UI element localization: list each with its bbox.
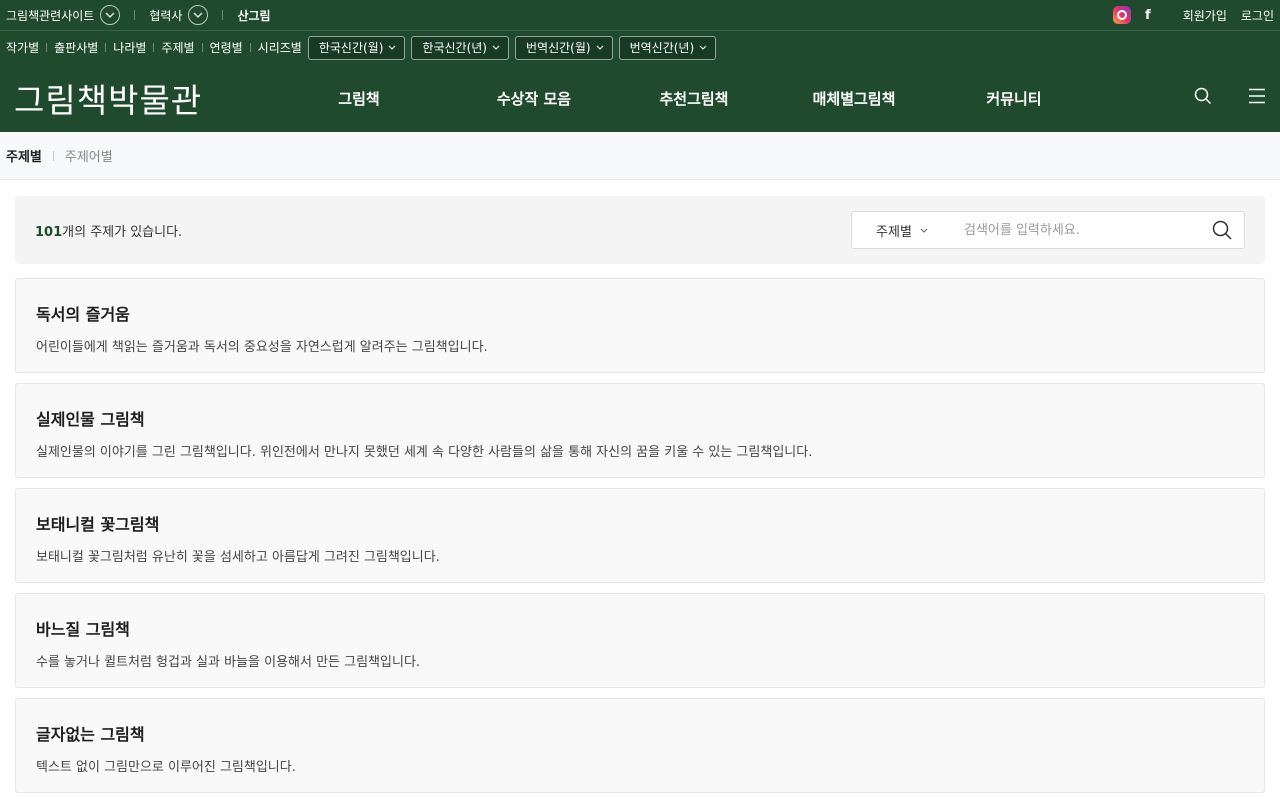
pill-label: 한국신간(년) xyxy=(422,41,487,55)
divider xyxy=(46,43,48,52)
theme-description: 어린이들에게 책읽는 즐거움과 독서의 중요성을 자연스럽게 알려주는 그림책입… xyxy=(36,340,488,355)
search-submit-button[interactable] xyxy=(1200,212,1244,248)
pill-label: 번역신간(월) xyxy=(526,41,591,55)
divider xyxy=(134,10,136,20)
list-item[interactable]: 글자없는 그림책 텍스트 없이 그림만으로 이루어진 그림책입니다. xyxy=(15,698,1265,793)
divider xyxy=(249,43,251,52)
tab-theme[interactable]: 주제별 xyxy=(6,146,42,165)
utility-bar: 그림책관련사이트 협력사 산그림 f 회원가입 로그인 xyxy=(0,0,1280,30)
category-bar: 작가별 출판사별 나라별 주제별 연령별 시리즈별 한국신간(월) 한국신간(년… xyxy=(0,30,1280,64)
divider xyxy=(52,150,54,161)
result-count-number: 101 xyxy=(35,224,63,240)
partners-label: 협력사 xyxy=(149,8,183,23)
search-type-select[interactable]: 주제별 xyxy=(852,221,952,240)
facebook-icon[interactable]: f xyxy=(1145,8,1151,23)
related-sites-label: 그림책관련사이트 xyxy=(6,8,95,23)
divider xyxy=(153,43,155,52)
hamburger-menu-icon[interactable] xyxy=(1248,88,1266,108)
theme-title: 보태니컬 꽃그림책 xyxy=(36,515,160,534)
pill-label: 한국신간(월) xyxy=(318,41,384,55)
chevron-down-icon xyxy=(920,228,928,233)
nav-item-awards[interactable]: 수상작 모음 xyxy=(454,88,614,109)
divider xyxy=(222,10,224,20)
nav-item-community[interactable]: 커뮤니티 xyxy=(934,88,1094,109)
theme-title: 글자없는 그림책 xyxy=(36,725,145,744)
result-count: 101개의 주제가 있습니다. xyxy=(35,221,182,240)
list-item[interactable]: 실제인물 그림책 실제인물의 이야기를 그린 그림책입니다. 위인전에서 만나지… xyxy=(15,383,1265,478)
nav-item-picturebooks[interactable]: 그림책 xyxy=(314,88,404,109)
list-item[interactable]: 보태니컬 꽃그림책 보태니컬 꽃그림처럼 유난히 꽃을 섬세하고 아름답게 그려… xyxy=(15,488,1265,583)
main-header: 그림책박물관 그림책 수상작 모음 추천그림책 매체별그림책 커뮤니티 xyxy=(0,64,1280,132)
korean-new-yearly-dropdown[interactable]: 한국신간(년) xyxy=(411,35,509,60)
translated-new-yearly-dropdown[interactable]: 번역신간(년) xyxy=(618,35,717,60)
list-item[interactable]: 독서의 즐거움 어린이들에게 책읽는 즐거움과 독서의 중요성을 자연스럽게 알… xyxy=(15,278,1265,373)
instagram-icon[interactable] xyxy=(1113,6,1132,24)
search-type-label: 주제별 xyxy=(876,224,912,240)
theme-description: 텍스트 없이 그림만으로 이루어진 그림책입니다. xyxy=(36,760,296,775)
list-item[interactable]: 바느질 그림책 수를 놓거나 퀼트처럼 헝겁과 실과 바늘을 이용해서 만든 그… xyxy=(15,593,1265,688)
theme-title: 독서의 즐거움 xyxy=(36,305,130,324)
divider xyxy=(105,43,107,52)
theme-description: 실제인물의 이야기를 그린 그림책입니다. 위인전에서 만나지 못했던 세계 속… xyxy=(36,445,813,460)
utility-right: f 회원가입 로그인 xyxy=(1113,6,1274,24)
chevron-down-icon xyxy=(596,45,603,50)
category-link-series[interactable]: 시리즈별 xyxy=(258,39,302,56)
category-link-author[interactable]: 작가별 xyxy=(6,39,39,56)
tab-keyword[interactable]: 주제어별 xyxy=(65,146,113,165)
chevron-down-icon xyxy=(389,45,396,50)
main-content: 101개의 주제가 있습니다. 주제별 독서의 즐거움 어린이들에게 책읽는 즐… xyxy=(0,180,1280,793)
divider xyxy=(201,43,203,52)
category-link-age[interactable]: 연령별 xyxy=(210,39,243,56)
nav-item-media[interactable]: 매체별그림책 xyxy=(774,88,934,109)
search-form: 주제별 xyxy=(851,211,1245,249)
partners-toggle[interactable]: 협력사 xyxy=(149,5,209,25)
sub-tabs: 주제별 주제어별 xyxy=(0,132,1280,180)
nav-item-recommended[interactable]: 추천그림책 xyxy=(614,88,774,109)
search-input[interactable] xyxy=(952,222,1200,238)
korean-new-monthly-dropdown[interactable]: 한국신간(월) xyxy=(307,35,406,60)
signup-link[interactable]: 회원가입 xyxy=(1183,7,1227,24)
site-logo[interactable]: 그림책박물관 xyxy=(14,74,314,122)
sangrim-link[interactable]: 산그림 xyxy=(237,7,270,24)
translated-new-monthly-dropdown[interactable]: 번역신간(월) xyxy=(515,35,613,60)
chevron-down-icon xyxy=(492,45,500,50)
result-count-text: 개의 주제가 있습니다. xyxy=(62,224,183,240)
header-icons xyxy=(1194,64,1266,132)
chevron-down-icon[interactable] xyxy=(100,5,121,25)
theme-title: 실제인물 그림책 xyxy=(36,410,145,429)
chevron-down-icon xyxy=(699,45,707,50)
theme-description: 보태니컬 꽃그림처럼 유난히 꽃을 섬세하고 아름답게 그려진 그림책입니다. xyxy=(36,550,440,565)
theme-list: 독서의 즐거움 어린이들에게 책읽는 즐거움과 독서의 중요성을 자연스럽게 알… xyxy=(15,278,1265,793)
related-sites-toggle[interactable]: 그림책관련사이트 xyxy=(6,5,121,25)
search-panel: 101개의 주제가 있습니다. 주제별 xyxy=(15,196,1265,264)
category-link-theme[interactable]: 주제별 xyxy=(161,39,194,56)
main-nav: 그림책 수상작 모음 추천그림책 매체별그림책 커뮤니티 xyxy=(314,88,1094,109)
search-icon xyxy=(1212,220,1232,240)
search-icon[interactable] xyxy=(1194,87,1212,109)
theme-title: 바느질 그림책 xyxy=(36,620,130,639)
theme-description: 수를 놓거나 퀼트처럼 헝겁과 실과 바늘을 이용해서 만든 그림책입니다. xyxy=(36,655,421,670)
login-link[interactable]: 로그인 xyxy=(1241,7,1274,24)
pill-label: 번역신간(년) xyxy=(629,41,695,55)
chevron-down-icon[interactable] xyxy=(188,5,209,25)
category-link-publisher[interactable]: 출판사별 xyxy=(54,39,98,56)
category-link-country[interactable]: 나라별 xyxy=(113,39,146,56)
utility-left: 그림책관련사이트 협력사 산그림 xyxy=(6,5,271,25)
